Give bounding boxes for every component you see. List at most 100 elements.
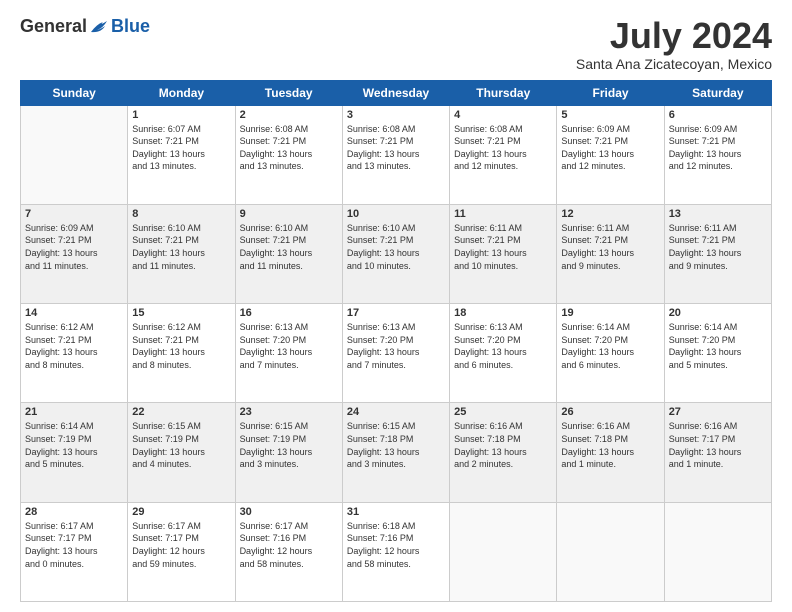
day-number: 17 [347, 307, 445, 319]
day-number: 18 [454, 307, 552, 319]
day-info: Sunrise: 6:09 AM Sunset: 7:21 PM Dayligh… [669, 123, 767, 173]
day-info: Sunrise: 6:11 AM Sunset: 7:21 PM Dayligh… [669, 222, 767, 272]
day-info: Sunrise: 6:08 AM Sunset: 7:21 PM Dayligh… [240, 123, 338, 173]
calendar-week-row: 28Sunrise: 6:17 AM Sunset: 7:17 PM Dayli… [21, 502, 772, 601]
day-number: 21 [25, 406, 123, 418]
day-info: Sunrise: 6:17 AM Sunset: 7:17 PM Dayligh… [132, 520, 230, 570]
day-number: 16 [240, 307, 338, 319]
day-number: 13 [669, 208, 767, 220]
calendar-day-cell: 3 Sunrise: 6:08 AM Sunset: 7:21 PM Daylig… [342, 105, 449, 204]
calendar-day-cell: 29Sunrise: 6:17 AM Sunset: 7:17 PM Dayli… [128, 502, 235, 601]
calendar-day-cell: 23Sunrise: 6:15 AM Sunset: 7:19 PM Dayli… [235, 403, 342, 502]
day-info: Sunrise: 6:15 AM Sunset: 7:19 PM Dayligh… [132, 420, 230, 470]
calendar-table: SundayMondayTuesdayWednesdayThursdayFrid… [20, 80, 772, 602]
day-number: 20 [669, 307, 767, 319]
calendar-day-cell: 10Sunrise: 6:10 AM Sunset: 7:21 PM Dayli… [342, 204, 449, 303]
day-info: Sunrise: 6:10 AM Sunset: 7:21 PM Dayligh… [240, 222, 338, 272]
day-number: 4 [454, 109, 552, 121]
calendar-day-cell: 20Sunrise: 6:14 AM Sunset: 7:20 PM Dayli… [664, 304, 771, 403]
calendar-day-cell: 6 Sunrise: 6:09 AM Sunset: 7:21 PM Daylig… [664, 105, 771, 204]
day-info: Sunrise: 6:16 AM Sunset: 7:17 PM Dayligh… [669, 420, 767, 470]
calendar-day-cell [664, 502, 771, 601]
calendar-day-cell: 4 Sunrise: 6:08 AM Sunset: 7:21 PM Daylig… [450, 105, 557, 204]
day-number: 27 [669, 406, 767, 418]
calendar-day-header: Tuesday [235, 80, 342, 105]
day-number: 26 [561, 406, 659, 418]
title-section: July 2024 Santa Ana Zicatecoyan, Mexico [576, 16, 772, 72]
day-info: Sunrise: 6:12 AM Sunset: 7:21 PM Dayligh… [25, 321, 123, 371]
day-number: 30 [240, 506, 338, 518]
calendar-day-header: Saturday [664, 80, 771, 105]
calendar-day-cell: 8Sunrise: 6:10 AM Sunset: 7:21 PM Daylig… [128, 204, 235, 303]
day-number: 14 [25, 307, 123, 319]
calendar-day-cell: 18 Sunrise: 6:13 AM Sunset: 7:20 PM Dayli… [450, 304, 557, 403]
logo-blue-text: Blue [111, 16, 150, 37]
calendar-day-cell: 27 Sunrise: 6:16 AM Sunset: 7:17 PM Dayli… [664, 403, 771, 502]
day-info: Sunrise: 6:11 AM Sunset: 7:21 PM Dayligh… [454, 222, 552, 272]
day-info: Sunrise: 6:13 AM Sunset: 7:20 PM Dayligh… [454, 321, 552, 371]
day-info: Sunrise: 6:16 AM Sunset: 7:18 PM Dayligh… [561, 420, 659, 470]
logo-bird-icon [89, 18, 111, 36]
day-number: 11 [454, 208, 552, 220]
calendar-day-header: Sunday [21, 80, 128, 105]
calendar-day-cell: 26 Sunrise: 6:16 AM Sunset: 7:18 PM Dayli… [557, 403, 664, 502]
calendar-day-cell: 11 Sunrise: 6:11 AM Sunset: 7:21 PM Dayli… [450, 204, 557, 303]
calendar-day-header: Friday [557, 80, 664, 105]
calendar-day-header: Wednesday [342, 80, 449, 105]
day-info: Sunrise: 6:14 AM Sunset: 7:19 PM Dayligh… [25, 420, 123, 470]
day-number: 6 [669, 109, 767, 121]
day-number: 15 [132, 307, 230, 319]
calendar-day-cell: 7 Sunrise: 6:09 AM Sunset: 7:21 PM Daylig… [21, 204, 128, 303]
day-number: 31 [347, 506, 445, 518]
day-info: Sunrise: 6:09 AM Sunset: 7:21 PM Dayligh… [561, 123, 659, 173]
calendar-day-cell: 12Sunrise: 6:11 AM Sunset: 7:21 PM Dayli… [557, 204, 664, 303]
calendar-day-cell: 19 Sunrise: 6:14 AM Sunset: 7:20 PM Dayli… [557, 304, 664, 403]
day-info: Sunrise: 6:16 AM Sunset: 7:18 PM Dayligh… [454, 420, 552, 470]
calendar-day-cell: 31 Sunrise: 6:18 AM Sunset: 7:16 PM Dayli… [342, 502, 449, 601]
calendar-week-row: 21 Sunrise: 6:14 AM Sunset: 7:19 PM Dayli… [21, 403, 772, 502]
calendar-week-row: 14 Sunrise: 6:12 AM Sunset: 7:21 PM Dayli… [21, 304, 772, 403]
day-info: Sunrise: 6:17 AM Sunset: 7:17 PM Dayligh… [25, 520, 123, 570]
calendar-day-cell: 17Sunrise: 6:13 AM Sunset: 7:20 PM Dayli… [342, 304, 449, 403]
day-number: 24 [347, 406, 445, 418]
day-number: 19 [561, 307, 659, 319]
calendar-day-cell: 16Sunrise: 6:13 AM Sunset: 7:20 PM Dayli… [235, 304, 342, 403]
logo-general-text: General [20, 16, 87, 37]
day-number: 9 [240, 208, 338, 220]
calendar-day-cell: 2 Sunrise: 6:08 AM Sunset: 7:21 PM Daylig… [235, 105, 342, 204]
calendar-day-cell: 24 Sunrise: 6:15 AM Sunset: 7:18 PM Dayli… [342, 403, 449, 502]
day-number: 1 [132, 109, 230, 121]
calendar-day-header: Monday [128, 80, 235, 105]
day-info: Sunrise: 6:14 AM Sunset: 7:20 PM Dayligh… [561, 321, 659, 371]
day-info: Sunrise: 6:09 AM Sunset: 7:21 PM Dayligh… [25, 222, 123, 272]
day-number: 25 [454, 406, 552, 418]
day-number: 7 [25, 208, 123, 220]
day-number: 10 [347, 208, 445, 220]
calendar-day-cell: 1 Sunrise: 6:07 AM Sunset: 7:21 PM Daylig… [128, 105, 235, 204]
day-info: Sunrise: 6:17 AM Sunset: 7:16 PM Dayligh… [240, 520, 338, 570]
calendar-day-cell: 14 Sunrise: 6:12 AM Sunset: 7:21 PM Dayli… [21, 304, 128, 403]
page: General Blue July 2024 Santa Ana Zicatec… [0, 0, 792, 612]
day-info: Sunrise: 6:18 AM Sunset: 7:16 PM Dayligh… [347, 520, 445, 570]
calendar-day-header: Thursday [450, 80, 557, 105]
calendar-day-cell: 21 Sunrise: 6:14 AM Sunset: 7:19 PM Dayli… [21, 403, 128, 502]
day-number: 3 [347, 109, 445, 121]
day-number: 5 [561, 109, 659, 121]
calendar-week-row: 7 Sunrise: 6:09 AM Sunset: 7:21 PM Daylig… [21, 204, 772, 303]
calendar-day-cell: 30 Sunrise: 6:17 AM Sunset: 7:16 PM Dayli… [235, 502, 342, 601]
day-info: Sunrise: 6:07 AM Sunset: 7:21 PM Dayligh… [132, 123, 230, 173]
day-info: Sunrise: 6:15 AM Sunset: 7:18 PM Dayligh… [347, 420, 445, 470]
day-number: 2 [240, 109, 338, 121]
day-info: Sunrise: 6:15 AM Sunset: 7:19 PM Dayligh… [240, 420, 338, 470]
location-title: Santa Ana Zicatecoyan, Mexico [576, 56, 772, 72]
calendar-day-cell: 28Sunrise: 6:17 AM Sunset: 7:17 PM Dayli… [21, 502, 128, 601]
day-number: 22 [132, 406, 230, 418]
day-info: Sunrise: 6:08 AM Sunset: 7:21 PM Dayligh… [347, 123, 445, 173]
calendar-day-cell: 9 Sunrise: 6:10 AM Sunset: 7:21 PM Daylig… [235, 204, 342, 303]
day-info: Sunrise: 6:08 AM Sunset: 7:21 PM Dayligh… [454, 123, 552, 173]
calendar-day-cell: 13 Sunrise: 6:11 AM Sunset: 7:21 PM Dayli… [664, 204, 771, 303]
header: General Blue July 2024 Santa Ana Zicatec… [20, 16, 772, 72]
calendar-day-cell [450, 502, 557, 601]
calendar-day-cell: 15Sunrise: 6:12 AM Sunset: 7:21 PM Dayli… [128, 304, 235, 403]
calendar-header-row: SundayMondayTuesdayWednesdayThursdayFrid… [21, 80, 772, 105]
